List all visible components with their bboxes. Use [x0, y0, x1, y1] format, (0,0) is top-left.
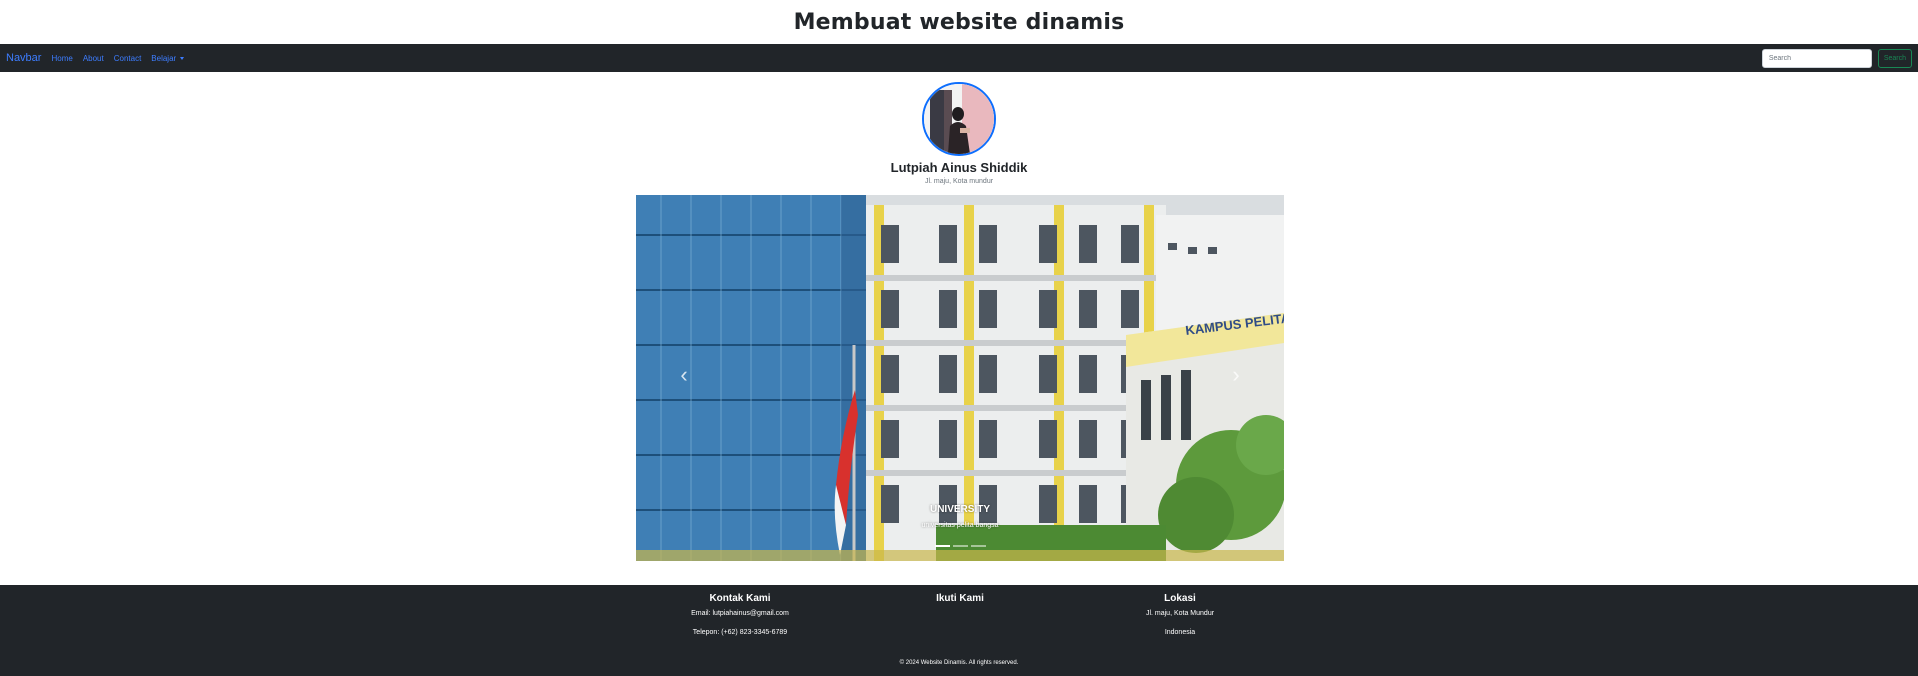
search-button[interactable]: Search — [1877, 48, 1912, 68]
footer-email: Email: lutpiahainus@gmail.com — [691, 610, 789, 617]
carousel-next-button[interactable]: › — [1216, 355, 1256, 395]
profile-section: Lutpiah Ainus Shiddik Jl. maju, Kota mun… — [0, 82, 1918, 185]
footer: Kontak Kami Email: lutpiahainus@gmail.co… — [0, 585, 1918, 676]
navbar: Navbar Home About Contact Belajar Search — [0, 44, 1918, 72]
image-carousel[interactable]: KAMPUS PELITA ‹ › UNIVERSITY universitas… — [636, 195, 1284, 561]
carousel-prev-button[interactable]: ‹ — [664, 355, 704, 395]
profile-name: Lutpiah Ainus Shiddik — [890, 160, 1028, 175]
footer-location: Lokasi Jl. maju, Kota Mundur Indonesia — [1060, 593, 1300, 648]
footer-follow: Ikuti Kami — [840, 593, 1080, 610]
carousel-indicator-2[interactable] — [952, 545, 968, 547]
footer-location-country: Indonesia — [1164, 629, 1196, 636]
chevron-left-icon: ‹ — [680, 362, 688, 387]
carousel-indicator-3[interactable] — [970, 545, 986, 547]
nav-link-home[interactable]: Home — [51, 54, 72, 63]
navbar-brand[interactable]: Navbar — [6, 52, 41, 64]
footer-location-heading: Lokasi — [1164, 593, 1196, 604]
carousel-caption-title: UNIVERSITY — [929, 504, 990, 515]
carousel-caption-text: universitas pelita bangsa — [921, 522, 999, 529]
footer-copyright: © 2024 Website Dinamis. All rights reser… — [899, 660, 1019, 666]
search-input[interactable] — [1761, 48, 1872, 68]
footer-location-address: Jl. maju, Kota Mundur — [1145, 610, 1215, 617]
footer-contact-heading: Kontak Kami — [709, 593, 771, 604]
footer-phone: Telepon: (+62) 823-3345-6789 — [692, 629, 788, 636]
search-form: Search — [1761, 48, 1912, 68]
page-header: Membuat website dinamis — [0, 0, 1918, 44]
page-title: Membuat website dinamis — [793, 9, 1125, 35]
carousel-indicators — [636, 545, 1284, 547]
nav-dropdown-label: Belajar — [151, 53, 177, 63]
carousel-indicator-1[interactable] — [934, 545, 950, 547]
caret-down-icon — [180, 56, 185, 60]
nav-link-about[interactable]: About — [83, 54, 104, 63]
chevron-right-icon: › — [1232, 362, 1240, 387]
avatar-photo — [924, 84, 994, 154]
nav-dropdown-belajar[interactable]: Belajar — [151, 53, 185, 63]
nav-link-contact[interactable]: Contact — [114, 54, 142, 63]
kampus-sign-text: KAMPUS PELITA — [1185, 310, 1284, 338]
footer-contact: Kontak Kami Email: lutpiahainus@gmail.co… — [620, 593, 860, 648]
avatar — [922, 82, 996, 156]
profile-address: Jl. maju, Kota mundur — [924, 178, 994, 185]
footer-follow-heading: Ikuti Kami — [936, 593, 984, 604]
